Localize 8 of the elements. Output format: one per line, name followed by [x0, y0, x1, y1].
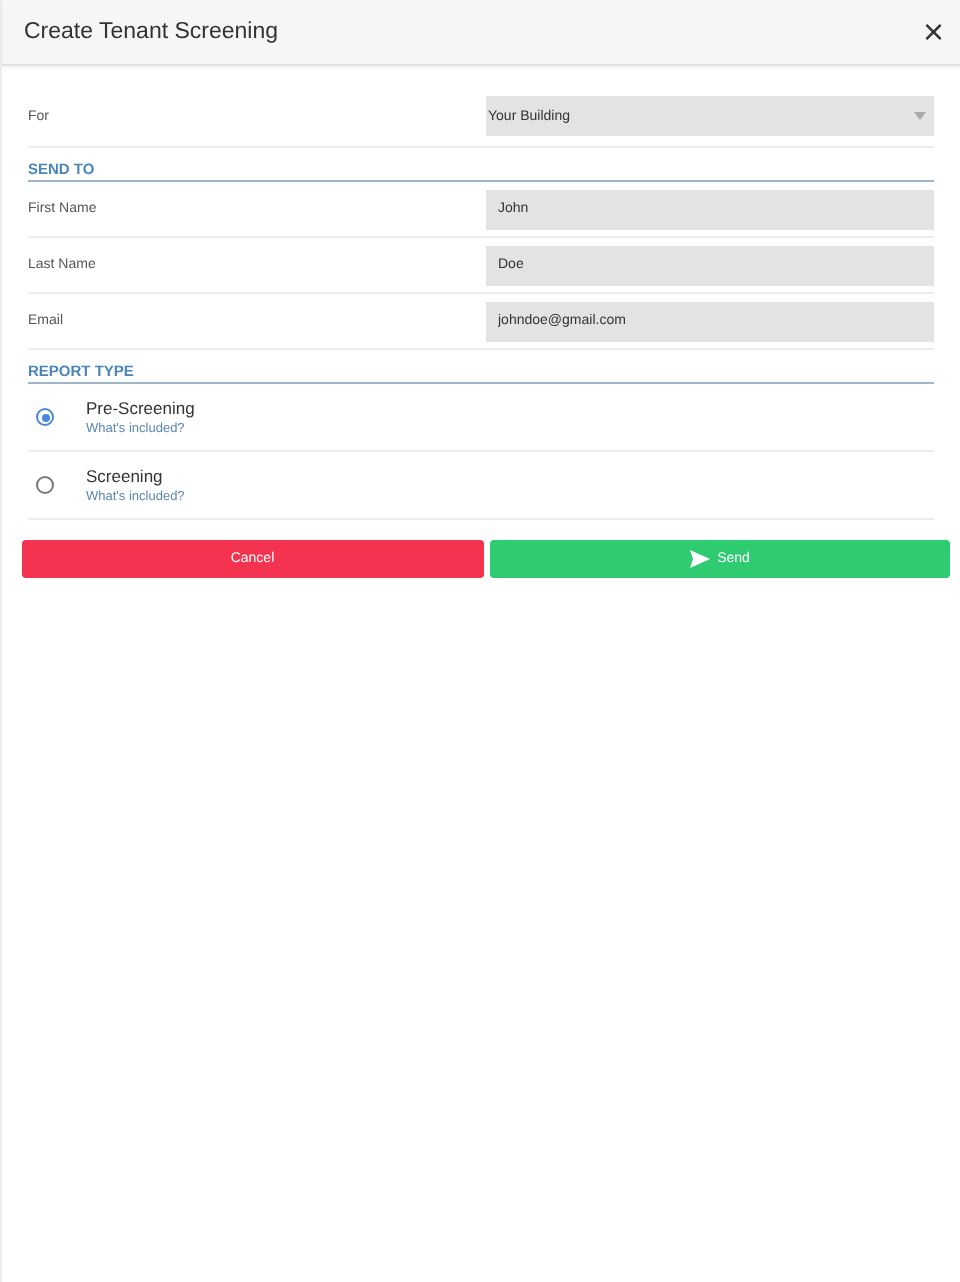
option-label: Pre-Screening	[86, 398, 195, 418]
radio-button[interactable]	[36, 476, 54, 494]
option-label: Screening	[86, 466, 165, 486]
caret-icon	[914, 112, 926, 120]
close-button[interactable]: ×	[922, 14, 944, 50]
dialog-title: Create Tenant Screening	[24, 20, 279, 44]
send-icon	[689, 550, 710, 568]
radio-button[interactable]	[36, 408, 54, 426]
